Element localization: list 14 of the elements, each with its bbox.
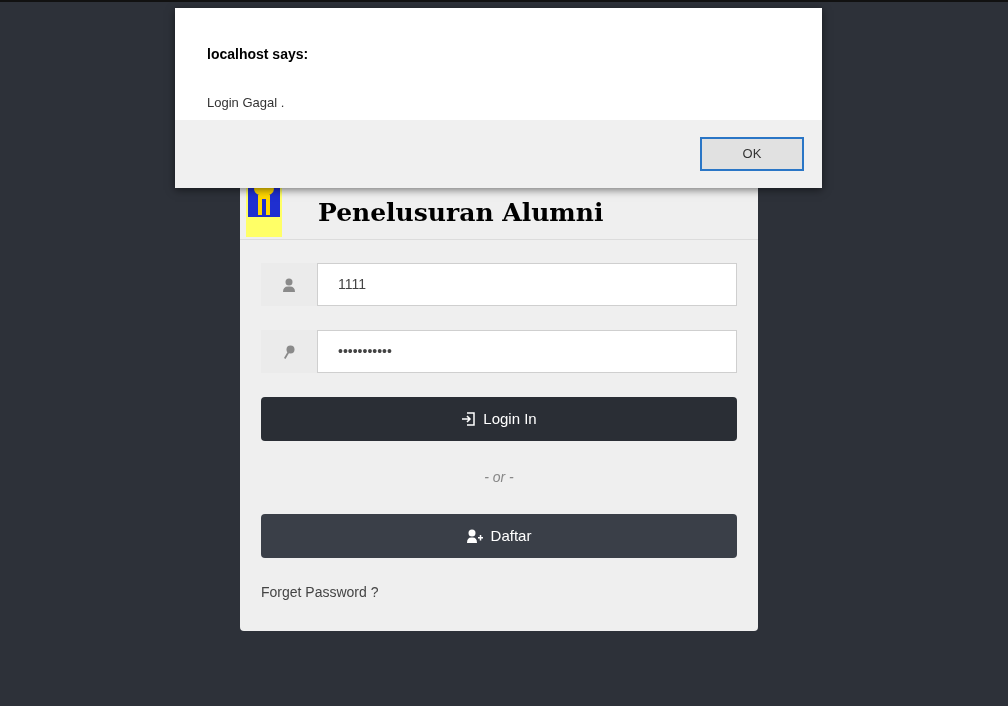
key-icon	[283, 344, 295, 359]
ok-button[interactable]: OK	[700, 137, 804, 171]
app-title: Penelusuran Alumni	[318, 200, 604, 225]
username-field[interactable]: 1111	[317, 263, 737, 306]
user-icon	[283, 277, 295, 292]
dialog-title: localhost says:	[207, 45, 310, 64]
login-icon	[461, 412, 476, 426]
login-button[interactable]: Login In	[261, 397, 737, 441]
register-button[interactable]: Daftar	[261, 514, 737, 558]
separator-text: - or -	[484, 468, 514, 487]
password-field[interactable]: •••••••••••	[317, 330, 737, 373]
add-user-icon	[466, 529, 483, 543]
forgot-password-link[interactable]: Forget Password ?	[261, 582, 379, 603]
dialog-message: Login Gagal .	[207, 94, 286, 112]
